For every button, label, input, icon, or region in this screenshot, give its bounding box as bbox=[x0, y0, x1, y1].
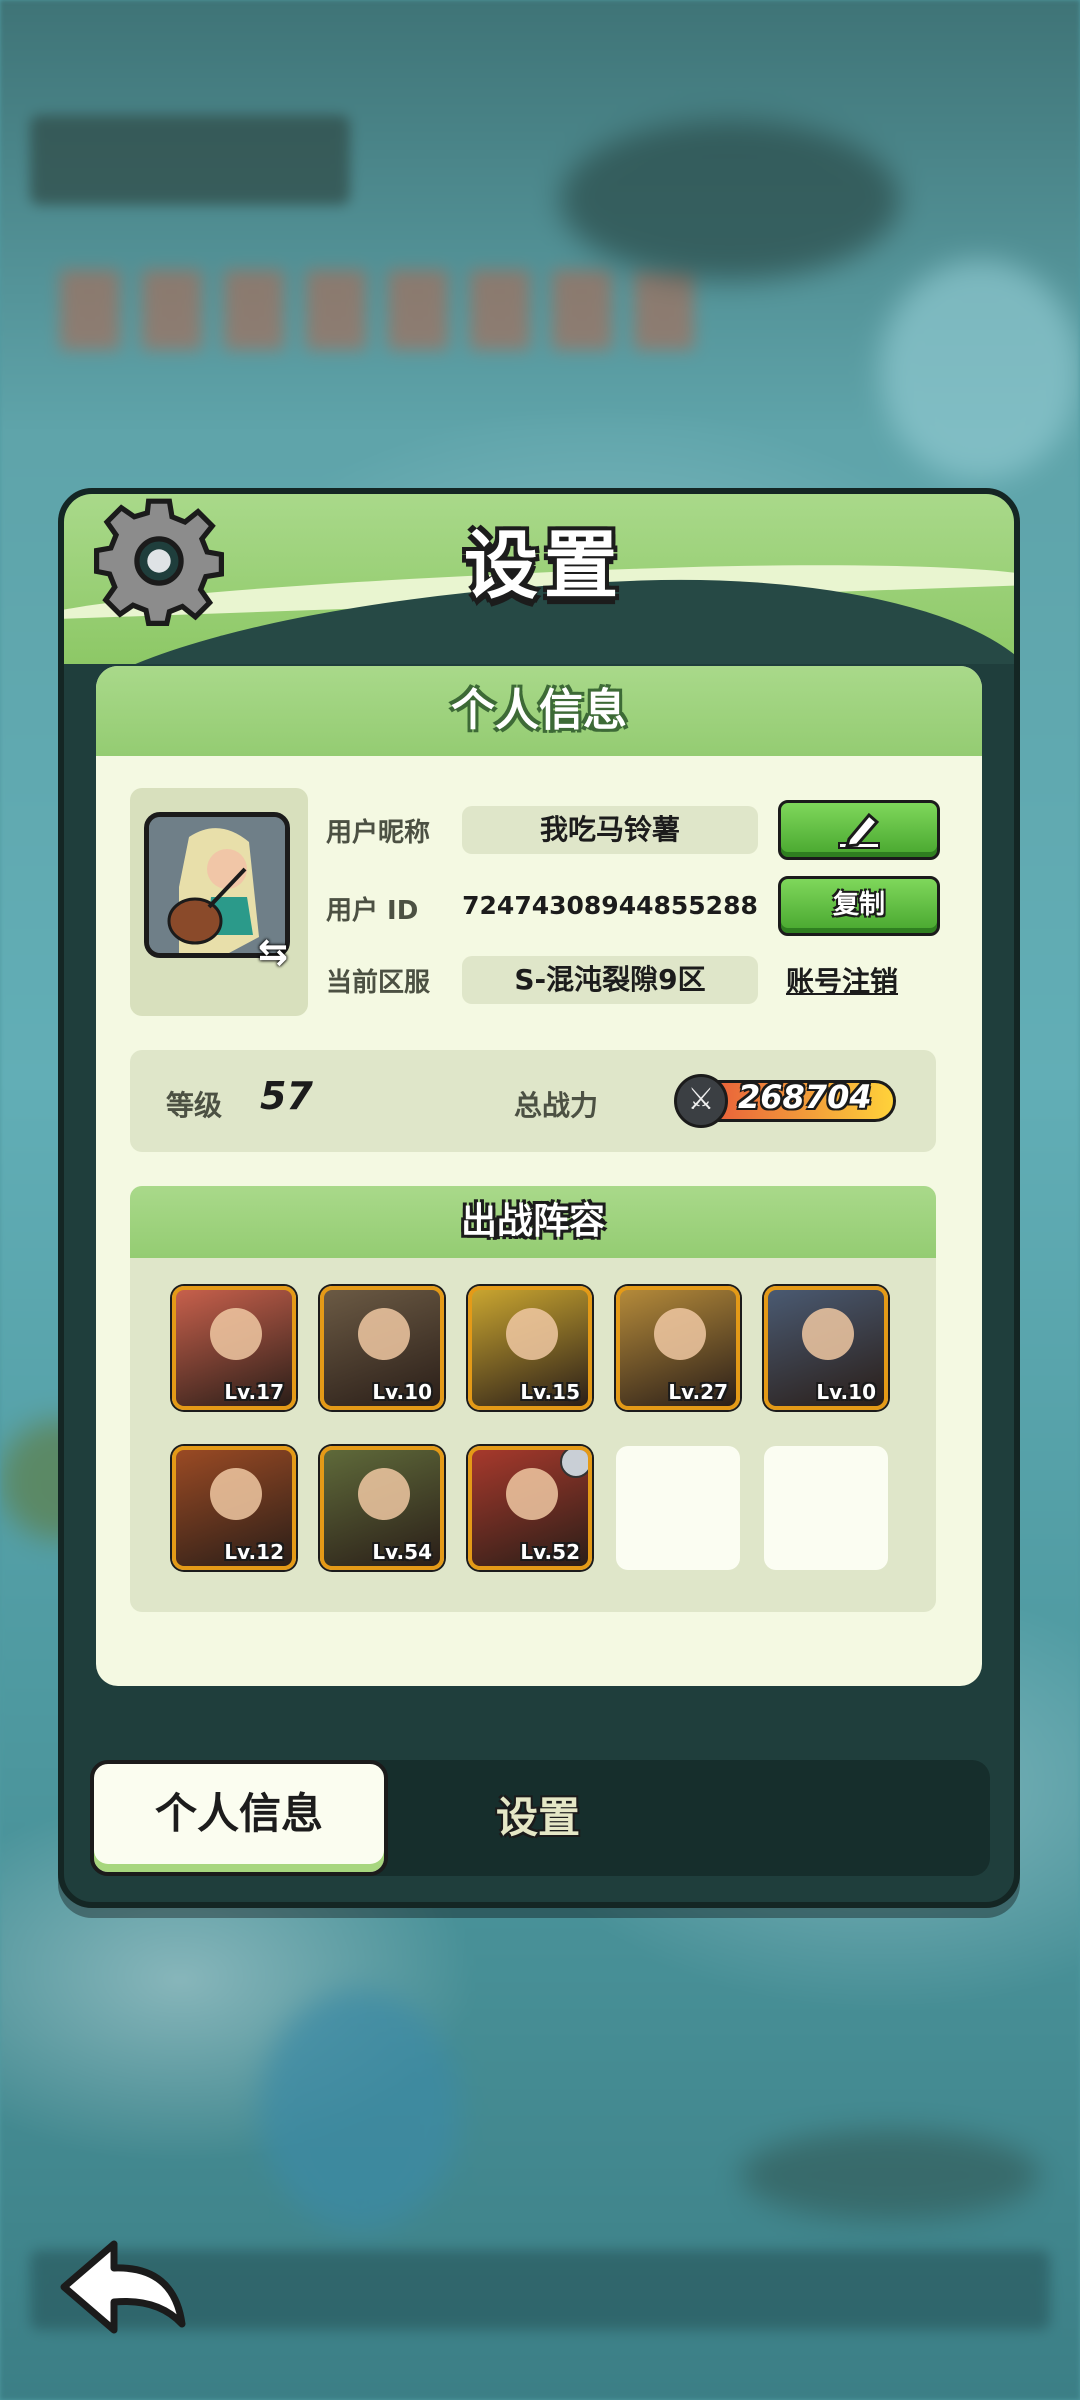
hero-portrait bbox=[802, 1308, 854, 1360]
hero-portrait bbox=[506, 1308, 558, 1360]
hero-level: Lv.10 bbox=[372, 1380, 432, 1404]
back-arrow-icon[interactable] bbox=[54, 2232, 194, 2342]
level-label: 等级 bbox=[166, 1089, 223, 1122]
swap-arrows-icon[interactable]: ⇆ bbox=[258, 932, 298, 973]
hero-slot[interactable]: Lv.17 bbox=[172, 1286, 296, 1410]
user-id-label: 用户 ID bbox=[326, 896, 419, 926]
background-hud bbox=[30, 115, 350, 205]
personal-info-title: 个人信息 bbox=[451, 685, 627, 736]
hero-level: Lv.12 bbox=[224, 1540, 284, 1564]
tab-personal-info[interactable]: 个人信息 bbox=[90, 1760, 388, 1876]
hero-slot[interactable]: Lv.15 bbox=[468, 1286, 592, 1410]
power-label: 总战力 bbox=[514, 1089, 599, 1122]
hero-slot[interactable]: Lv.54 bbox=[320, 1446, 444, 1570]
tab-settings[interactable]: 设置 bbox=[388, 1760, 688, 1876]
nickname-label: 用户昵称 bbox=[326, 818, 431, 848]
hero-level: Lv.15 bbox=[520, 1380, 580, 1404]
personal-info-header: 个人信息 bbox=[96, 666, 982, 756]
server-label: 当前区服 bbox=[326, 968, 431, 998]
hero-level: Lv.10 bbox=[816, 1380, 876, 1404]
lineup-title: 出战阵容 bbox=[460, 1201, 605, 1242]
hero-level: Lv.54 bbox=[372, 1540, 432, 1564]
tab-bar: 个人信息 设置 bbox=[90, 1760, 990, 1876]
dialog-header: 设置 bbox=[64, 494, 1014, 664]
empty-hero-slot[interactable] bbox=[616, 1446, 740, 1570]
power-value: 268704 bbox=[738, 1078, 872, 1116]
power-badge: ⚔ 268704 bbox=[674, 1074, 904, 1128]
pencil-icon bbox=[838, 812, 880, 849]
background-hero-strip bbox=[60, 270, 700, 350]
hero-slot[interactable]: Lv.27 bbox=[616, 1286, 740, 1410]
battle-lineup: 出战阵容 Lv.17 Lv.10 Lv.15 Lv.27 Lv.10 Lv.12 Lv.54… bbox=[130, 1186, 936, 1612]
gear-icon bbox=[94, 498, 224, 626]
edit-nickname-button[interactable] bbox=[778, 800, 940, 860]
hero-slot[interactable]: Lv.10 bbox=[320, 1286, 444, 1410]
user-id-value: 72474308944855288 bbox=[462, 891, 758, 920]
equipment-gear-icon bbox=[560, 1450, 588, 1478]
server-value: S-混沌裂隙9区 bbox=[462, 956, 758, 1004]
hero-portrait bbox=[210, 1468, 262, 1520]
level-value: 57 bbox=[260, 1074, 313, 1118]
hero-portrait bbox=[506, 1468, 558, 1520]
hero-level: Lv.17 bbox=[224, 1380, 284, 1404]
stats-bar: 等级 57 总战力 ⚔ 268704 bbox=[130, 1050, 936, 1152]
nickname-value: 我吃马铃薯 bbox=[462, 806, 758, 854]
hero-portrait bbox=[210, 1308, 262, 1360]
hero-level: Lv.27 bbox=[668, 1380, 728, 1404]
hero-portrait bbox=[358, 1468, 410, 1520]
avatar-panel: ⇆ bbox=[130, 788, 308, 1016]
hero-level: Lv.52 bbox=[520, 1540, 580, 1564]
delete-account-link[interactable]: 账号注销 bbox=[786, 960, 898, 1000]
empty-hero-slot[interactable] bbox=[764, 1446, 888, 1570]
personal-info-card: 个人信息 ⇆ 用户昵称 我吃马铃薯 用户 ID 7247430894485528… bbox=[96, 666, 982, 1686]
hero-slot[interactable]: Lv.52 bbox=[468, 1446, 592, 1570]
crossed-swords-icon: ⚔ bbox=[674, 1074, 728, 1128]
hero-slot[interactable]: Lv.12 bbox=[172, 1446, 296, 1570]
lineup-header: 出战阵容 bbox=[130, 1186, 936, 1258]
hero-portrait bbox=[358, 1308, 410, 1360]
dialog-title: 设置 bbox=[464, 523, 624, 609]
hero-slot[interactable]: Lv.10 bbox=[764, 1286, 888, 1410]
hero-portrait bbox=[654, 1308, 706, 1360]
copy-id-button[interactable]: 复制 bbox=[778, 876, 940, 936]
